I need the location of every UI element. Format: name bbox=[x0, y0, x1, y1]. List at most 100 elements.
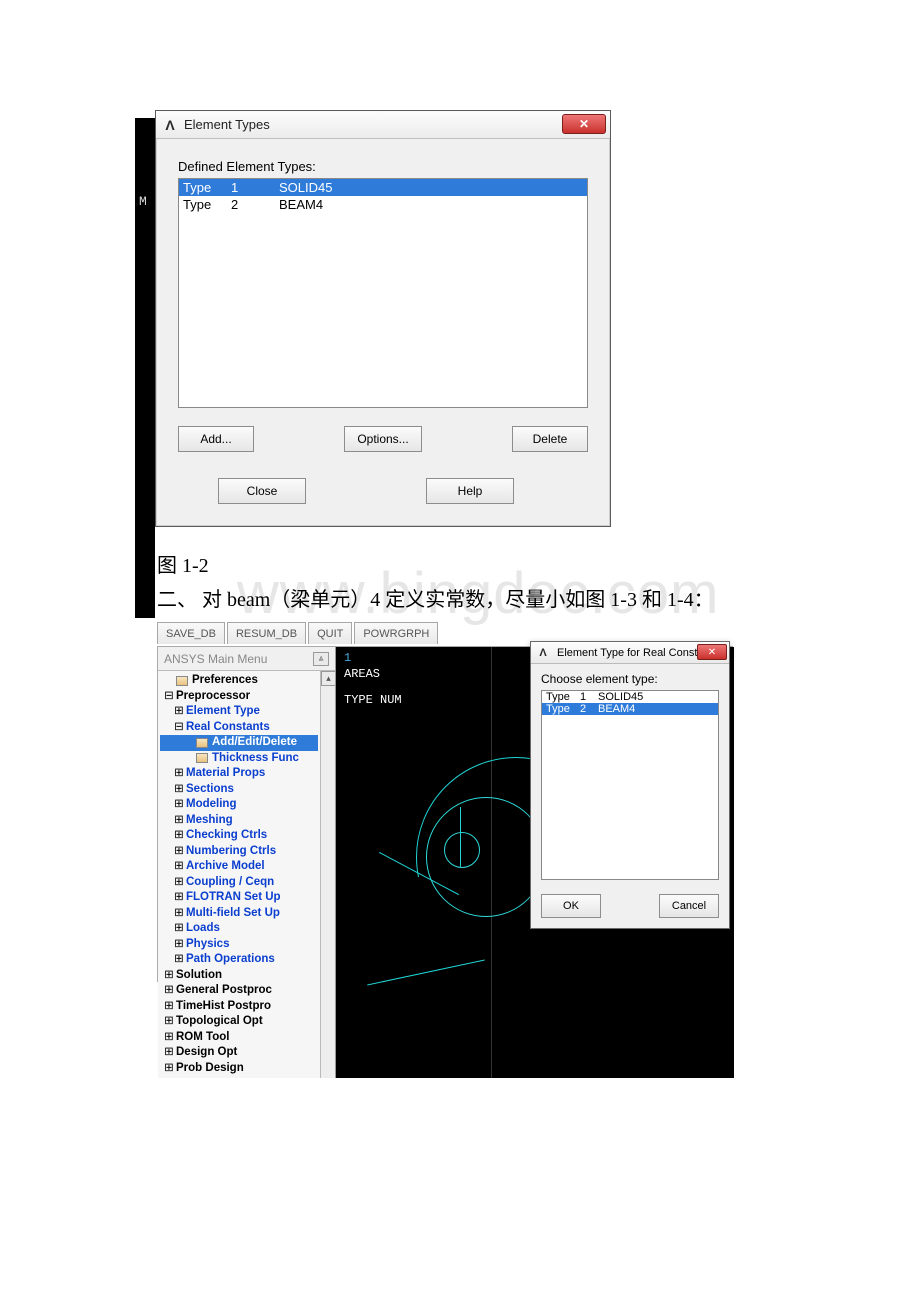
tree-toggle-icon[interactable]: ⊞ bbox=[174, 937, 184, 953]
menu-item[interactable]: ⊞Solution bbox=[160, 968, 318, 984]
tree-toggle-icon[interactable]: ⊞ bbox=[164, 1061, 174, 1077]
tree-toggle-icon[interactable]: ⊞ bbox=[174, 766, 184, 782]
tree-toggle-icon[interactable]: ⊞ bbox=[174, 797, 184, 813]
menu-item[interactable]: ⊟Preprocessor bbox=[160, 689, 318, 705]
tree-toggle-icon[interactable]: ⊞ bbox=[174, 952, 184, 968]
menu-item[interactable]: ⊞Design Opt bbox=[160, 1045, 318, 1061]
menu-item[interactable]: ⊞Prob Design bbox=[160, 1061, 318, 1077]
tree-toggle-icon[interactable]: ⊞ bbox=[174, 921, 184, 937]
menu-item[interactable]: ⊞Checking Ctrls bbox=[160, 828, 318, 844]
menu-item-label: Meshing bbox=[186, 813, 233, 829]
tree-toggle-icon[interactable]: ⊟ bbox=[164, 689, 174, 705]
menu-item[interactable]: ⊞Sections bbox=[160, 782, 318, 798]
figure-caption: 图 1-2 bbox=[157, 549, 920, 578]
tree-toggle-icon[interactable]: ⊞ bbox=[174, 875, 184, 891]
menu-item[interactable]: ⊞Multi-field Set Up bbox=[160, 906, 318, 922]
menu-item-label: Design Opt bbox=[176, 1045, 237, 1061]
main-menu-panel: ANSYS Main Menu ⩓ Preferences⊟Preprocess… bbox=[158, 647, 336, 1078]
window-title: Element Types bbox=[184, 117, 270, 132]
collapse-icon[interactable]: ⩓ bbox=[313, 652, 329, 666]
tree-toggle-icon[interactable]: ⊞ bbox=[164, 1045, 174, 1061]
menu-item[interactable]: ⊟Real Constants bbox=[160, 720, 318, 736]
menu-item[interactable]: ⊞Topological Opt bbox=[160, 1014, 318, 1030]
menu-item[interactable]: ⊞Coupling / Ceqn bbox=[160, 875, 318, 891]
menu-item[interactable]: ⊞Meshing bbox=[160, 813, 318, 829]
tree-toggle-icon[interactable]: ⊟ bbox=[174, 720, 184, 736]
background-black-left bbox=[135, 118, 155, 618]
menu-item[interactable]: Add/Edit/Delete bbox=[160, 735, 318, 751]
tree-toggle-icon[interactable]: ⊞ bbox=[164, 1030, 174, 1046]
menu-item-label: Checking Ctrls bbox=[186, 828, 267, 844]
scroll-up-icon[interactable]: ▴ bbox=[321, 671, 336, 686]
menu-item[interactable]: Thickness Func bbox=[160, 751, 318, 767]
type-row[interactable]: Type 1 SOLID45 bbox=[542, 691, 718, 703]
menu-item-label: FLOTRAN Set Up bbox=[186, 890, 281, 906]
help-button[interactable]: Help bbox=[426, 478, 514, 504]
menu-item[interactable]: ⊞Physics bbox=[160, 937, 318, 953]
tree-toggle-icon[interactable]: ⊞ bbox=[174, 890, 184, 906]
row-col-num: 2 bbox=[231, 197, 279, 212]
window-close-button[interactable]: ✕ bbox=[562, 114, 606, 134]
choose-type-label: Choose element type: bbox=[541, 672, 719, 686]
cancel-button[interactable]: Cancel bbox=[659, 894, 719, 918]
add-button[interactable]: Add... bbox=[178, 426, 254, 452]
menu-item-label: Real Constants bbox=[186, 720, 270, 736]
menu-item[interactable]: ⊞Numbering Ctrls bbox=[160, 844, 318, 860]
toolbar-save-db[interactable]: SAVE_DB bbox=[157, 622, 225, 644]
menu-item[interactable]: ⊞Path Operations bbox=[160, 952, 318, 968]
menu-item[interactable]: ⊞ROM Tool bbox=[160, 1030, 318, 1046]
tree-toggle-icon[interactable]: ⊞ bbox=[164, 983, 174, 999]
tree-toggle-icon[interactable]: ⊞ bbox=[164, 999, 174, 1015]
tree-toggle-icon[interactable]: ⊞ bbox=[174, 906, 184, 922]
menu-item[interactable]: ⊞Archive Model bbox=[160, 859, 318, 875]
toolbar-powrgrph[interactable]: POWRGRPH bbox=[354, 622, 438, 644]
menu-item[interactable]: ⊞FLOTRAN Set Up bbox=[160, 890, 318, 906]
mini-close-button[interactable]: ✕ bbox=[697, 644, 727, 660]
tree-toggle-icon[interactable]: ⊞ bbox=[174, 704, 184, 720]
main-menu-tree[interactable]: Preferences⊟Preprocessor⊞Element Type⊟Re… bbox=[158, 671, 320, 1078]
close-icon: ✕ bbox=[579, 117, 589, 131]
tree-toggle-icon[interactable]: ⊞ bbox=[164, 1014, 174, 1030]
mini-window-title: Element Type for Real Consta... bbox=[557, 647, 713, 659]
menu-item-label: Preferences bbox=[192, 673, 258, 689]
options-button[interactable]: Options... bbox=[344, 426, 421, 452]
menu-item-label: Multi-field Set Up bbox=[186, 906, 280, 922]
element-type-row[interactable]: Type 2 BEAM4 bbox=[179, 196, 587, 213]
tree-toggle-icon[interactable]: ⊞ bbox=[174, 813, 184, 829]
graphics-viewport[interactable]: 1 AREAS TYPE NUM bbox=[336, 647, 492, 1078]
menu-item-label: Coupling / Ceqn bbox=[186, 875, 274, 891]
choose-type-listbox[interactable]: Type 1 SOLID45 Type 2 BEAM4 bbox=[541, 690, 719, 880]
menu-item[interactable]: ⊞Loads bbox=[160, 921, 318, 937]
menu-item[interactable]: ⊞Modeling bbox=[160, 797, 318, 813]
menu-item[interactable]: ⊞TimeHist Postpro bbox=[160, 999, 318, 1015]
menu-item-label: TimeHist Postpro bbox=[176, 999, 271, 1015]
delete-button[interactable]: Delete bbox=[512, 426, 588, 452]
menu-item[interactable]: Preferences bbox=[160, 673, 318, 689]
close-button[interactable]: Close bbox=[218, 478, 306, 504]
menu-item[interactable]: ⊞Material Props bbox=[160, 766, 318, 782]
element-type-row[interactable]: Type 1 SOLID45 bbox=[179, 179, 587, 196]
tree-toggle-icon[interactable]: ⊞ bbox=[174, 828, 184, 844]
element-types-listbox[interactable]: Type 1 SOLID45 Type 2 BEAM4 bbox=[178, 178, 588, 408]
wireframe-arc bbox=[426, 797, 546, 917]
tree-toggle-icon[interactable]: ⊞ bbox=[164, 968, 174, 984]
toolbar-resum-db[interactable]: RESUM_DB bbox=[227, 622, 306, 644]
menu-item-icon bbox=[176, 676, 188, 686]
menu-item-label: Modeling bbox=[186, 797, 236, 813]
type-row[interactable]: Type 2 BEAM4 bbox=[542, 703, 718, 715]
tree-toggle-icon[interactable]: ⊞ bbox=[174, 782, 184, 798]
menu-item[interactable]: ⊞Element Type bbox=[160, 704, 318, 720]
toolbar-quit[interactable]: QUIT bbox=[308, 622, 352, 644]
menu-item-label: ROM Tool bbox=[176, 1030, 229, 1046]
menu-item-label: Preprocessor bbox=[176, 689, 250, 705]
tree-toggle-icon[interactable]: ⊞ bbox=[174, 859, 184, 875]
menu-item-label: Physics bbox=[186, 937, 229, 953]
tree-toggle-icon[interactable]: ⊞ bbox=[174, 844, 184, 860]
row-col-num: 1 bbox=[231, 180, 279, 195]
menu-item[interactable]: ⊞General Postproc bbox=[160, 983, 318, 999]
wireframe-line bbox=[367, 960, 485, 986]
ok-button[interactable]: OK bbox=[541, 894, 601, 918]
row-col-name: BEAM4 bbox=[279, 197, 583, 212]
lambda-icon: Λ bbox=[535, 645, 551, 661]
menu-item-label: Loads bbox=[186, 921, 220, 937]
